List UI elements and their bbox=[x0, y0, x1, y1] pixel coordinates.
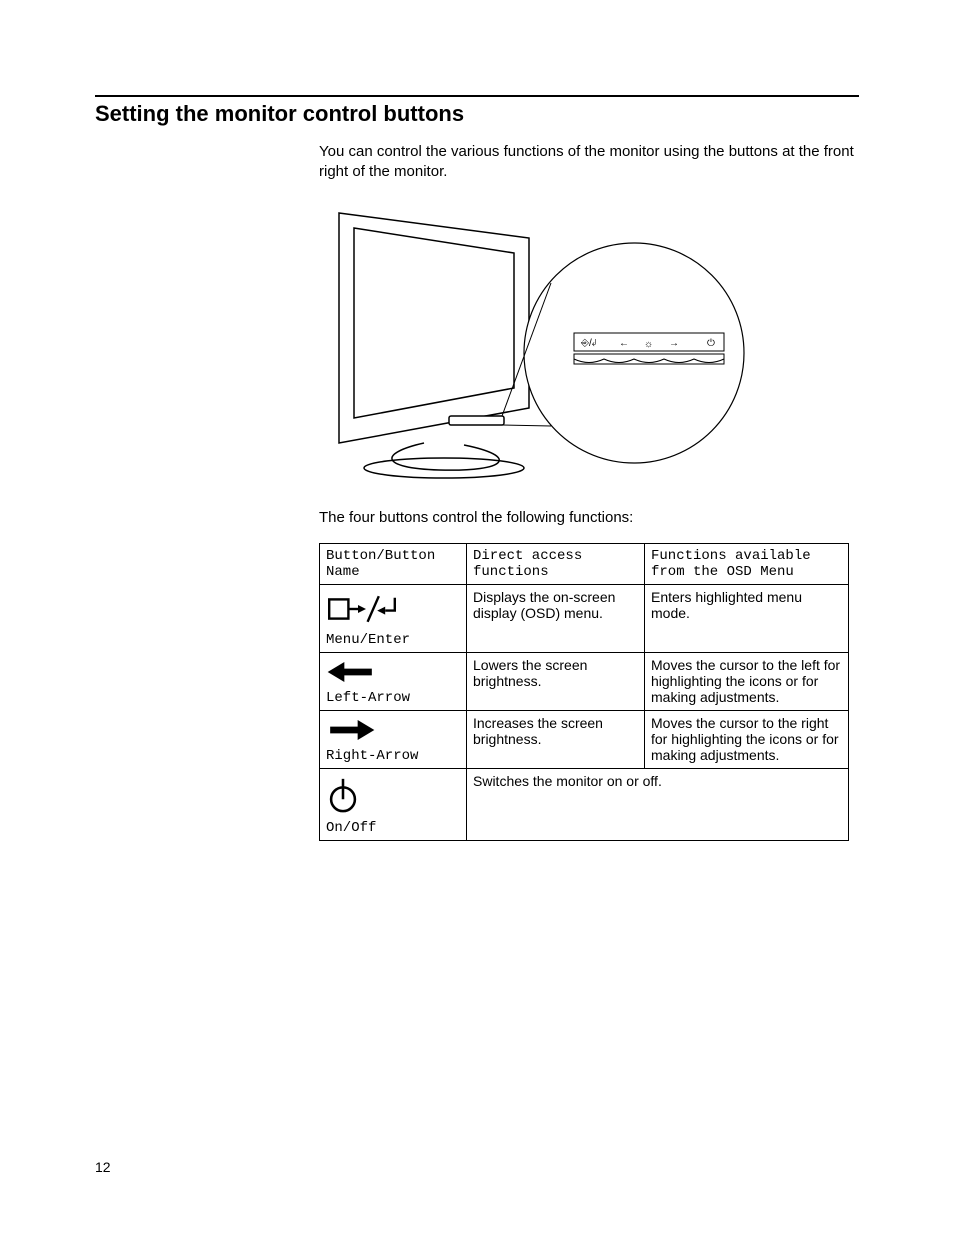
right-arrow-icon bbox=[326, 717, 460, 746]
direct-access-cell: Displays the on-screen display (OSD) men… bbox=[467, 584, 645, 652]
svg-text:⏻: ⏻ bbox=[707, 338, 715, 349]
controls-table: Button/Button Name Direct access functio… bbox=[319, 543, 849, 841]
button-cell-power: On/Off bbox=[320, 768, 467, 840]
button-cell-right-arrow: Right-Arrow bbox=[320, 710, 467, 768]
header-osd-functions: Functions available from the OSD Menu bbox=[645, 543, 849, 584]
direct-access-cell: Increases the screen brightness. bbox=[467, 710, 645, 768]
left-arrow-icon bbox=[326, 659, 460, 688]
button-label: Menu/Enter bbox=[326, 632, 460, 648]
header-button-name: Button/Button Name bbox=[320, 543, 467, 584]
table-row: Menu/Enter Displays the on-screen displa… bbox=[320, 584, 849, 652]
svg-text:☼: ☼ bbox=[644, 339, 653, 350]
osd-function-cell: Enters highlighted menu mode. bbox=[645, 584, 849, 652]
direct-access-cell: Switches the monitor on or off. bbox=[467, 768, 849, 840]
osd-function-cell: Moves the cursor to the right for highli… bbox=[645, 710, 849, 768]
table-row: On/Off Switches the monitor on or off. bbox=[320, 768, 849, 840]
monitor-illustration: ⎆/↲ ← ☼ → ⏻ bbox=[319, 198, 749, 488]
table-row: Left-Arrow Lowers the screen brightness.… bbox=[320, 652, 849, 710]
power-icon bbox=[326, 775, 460, 818]
page-number: 12 bbox=[95, 1159, 111, 1175]
button-label: On/Off bbox=[326, 820, 460, 836]
header-direct-access: Direct access functions bbox=[467, 543, 645, 584]
menu-enter-icon bbox=[326, 591, 460, 630]
button-label: Right-Arrow bbox=[326, 748, 460, 764]
button-cell-left-arrow: Left-Arrow bbox=[320, 652, 467, 710]
button-label: Left-Arrow bbox=[326, 690, 460, 706]
intro-paragraph: You can control the various functions of… bbox=[319, 142, 859, 183]
osd-function-cell: Moves the cursor to the left for highlig… bbox=[645, 652, 849, 710]
direct-access-cell: Lowers the screen brightness. bbox=[467, 652, 645, 710]
section-heading: Setting the monitor control buttons bbox=[95, 101, 859, 127]
svg-text:⎆/↲: ⎆/↲ bbox=[581, 338, 596, 349]
svg-text:←: ← bbox=[619, 338, 629, 349]
table-row: Right-Arrow Increases the screen brightn… bbox=[320, 710, 849, 768]
table-header-row: Button/Button Name Direct access functio… bbox=[320, 543, 849, 584]
section-rule bbox=[95, 95, 859, 97]
manual-page: Setting the monitor control buttons You … bbox=[0, 0, 954, 1235]
button-cell-menu-enter: Menu/Enter bbox=[320, 584, 467, 652]
svg-text:→: → bbox=[669, 338, 679, 349]
table-caption: The four buttons control the following f… bbox=[319, 508, 859, 528]
